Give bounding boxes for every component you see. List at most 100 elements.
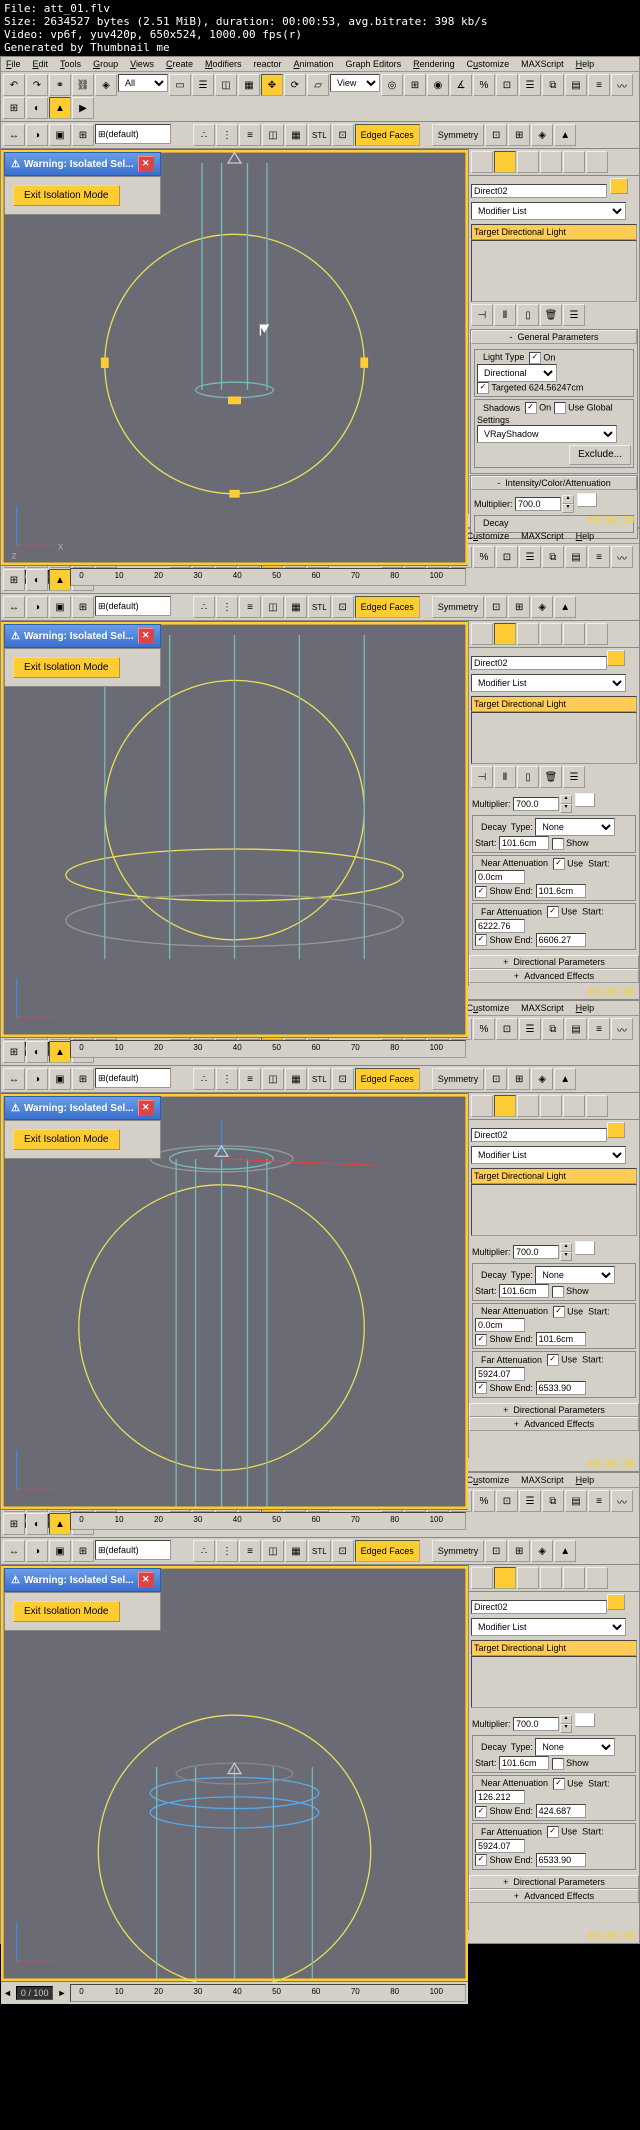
layout-icon[interactable]: ⊞ — [72, 124, 94, 146]
shadow-on-checkbox[interactable]: ✓ — [525, 402, 537, 414]
targeted-checkbox[interactable]: ✓ — [477, 382, 489, 394]
mirror-icon[interactable]: ⧉ — [542, 74, 564, 96]
named-sel-icon[interactable]: ☰ — [519, 74, 541, 96]
modifier-stack-item[interactable]: Target Directional Light — [471, 224, 637, 240]
scale-icon[interactable]: ▱ — [307, 74, 329, 96]
command-panel: Modifier List Target Directional Light ⊣… — [468, 149, 639, 514]
motion-tab-icon[interactable] — [540, 151, 562, 173]
rotate-icon[interactable]: ⟳ — [284, 74, 306, 96]
menu-grapheditors[interactable]: Graph Editors — [343, 58, 405, 70]
move-icon[interactable]: ✥ — [261, 74, 283, 96]
menu-reactor[interactable]: reactor — [250, 58, 284, 70]
menu-tools[interactable]: Tools — [57, 58, 84, 70]
subobj-1-icon[interactable]: ∴ — [193, 124, 215, 146]
rollout-intensity[interactable]: - Intensity/Color/Attenuation — [471, 476, 637, 490]
stl-icon[interactable]: STL — [308, 124, 331, 146]
display-tab-icon[interactable] — [563, 151, 585, 173]
selection-filter[interactable]: All — [118, 74, 168, 92]
edged-faces-button[interactable]: Edged Faces — [355, 124, 420, 146]
global-settings-checkbox[interactable] — [554, 402, 566, 414]
schematic-icon[interactable]: ⊞ — [3, 97, 25, 119]
show-result-icon[interactable]: Ⅱ — [494, 304, 516, 326]
viewport[interactable]: ⚠Warning: Isolated Sel...✕ Exit Isolatio… — [1, 621, 468, 1038]
manipulate-icon[interactable]: ⊞ — [404, 74, 426, 96]
bind-icon[interactable]: ◈ — [95, 74, 117, 96]
layout-selector[interactable]: ⊞ (default) — [95, 124, 171, 144]
window-crossing-icon[interactable]: ▦ — [238, 74, 260, 96]
menu-create[interactable]: Create — [163, 58, 196, 70]
ref-coord[interactable]: View — [330, 74, 380, 92]
misc-3-icon[interactable]: ◈ — [531, 124, 553, 146]
subobj-5-icon[interactable]: ▦ — [285, 124, 307, 146]
frame-4: FileEditToolsGroupViewsCreateModifiersre… — [0, 1472, 640, 1944]
modify-tab-icon[interactable] — [494, 151, 516, 173]
spinner-up-icon[interactable]: ▴ — [562, 495, 574, 504]
material-icon[interactable]: ◐ — [26, 97, 48, 119]
subobj-3-icon[interactable]: ≡ — [239, 124, 261, 146]
subobj-2-icon[interactable]: ⋮ — [216, 124, 238, 146]
wireframe-icon[interactable]: ⊡ — [332, 124, 354, 146]
spinner-snap-icon[interactable]: ⊡ — [496, 74, 518, 96]
misc-1-icon[interactable]: ⊡ — [485, 124, 507, 146]
close-icon[interactable]: ✕ — [138, 156, 154, 172]
svg-text:z: z — [11, 551, 16, 562]
color-swatch-mult[interactable] — [577, 493, 597, 507]
warning-titlebar: ⚠ Warning: Isolated Sel... ✕ — [4, 152, 161, 176]
toolbar-2: ↔ ◑ ▣ ⊞ ⊞ (default) ∴ ⋮ ≡ ◫ ▦ STL ⊡ Edge… — [1, 122, 639, 149]
curve-editor-icon[interactable]: 〰 — [611, 74, 633, 96]
menu-customize[interactable]: Customize — [464, 58, 513, 70]
menu-views[interactable]: Views — [127, 58, 157, 70]
misc-2-icon[interactable]: ⊞ — [508, 124, 530, 146]
menu-edit[interactable]: Edit — [30, 58, 52, 70]
utilities-tab-icon[interactable] — [586, 151, 608, 173]
light-type-select[interactable]: Directional — [477, 364, 557, 382]
light-on-checkbox[interactable]: ✓ — [529, 352, 541, 364]
symmetry-button[interactable]: Symmetry — [432, 124, 485, 146]
multiplier-field[interactable] — [515, 497, 561, 511]
redo-icon[interactable]: ↷ — [26, 74, 48, 96]
exit-isolation-button[interactable]: Exit Isolation Mode — [13, 185, 120, 206]
make-unique-icon[interactable]: ▯ — [517, 304, 539, 326]
snap-toggle-icon[interactable]: ◉ — [427, 74, 449, 96]
menu-group[interactable]: Group — [90, 58, 121, 70]
undo-icon[interactable]: ↶ — [3, 74, 25, 96]
select-icon[interactable]: ▭ — [169, 74, 191, 96]
boolean-icon[interactable]: ◑ — [26, 124, 48, 146]
select-region-icon[interactable]: ◫ — [215, 74, 237, 96]
viewport[interactable]: ⚠ Warning: Isolated Sel... ✕ Exit Isolat… — [1, 149, 468, 566]
pivot-icon[interactable]: ◎ — [381, 74, 403, 96]
attach-icon[interactable]: ▣ — [49, 124, 71, 146]
render-scene-icon[interactable]: ▲ — [49, 97, 71, 119]
layers-icon[interactable]: ≡ — [588, 74, 610, 96]
percent-snap-icon[interactable]: % — [473, 74, 495, 96]
exclude-button[interactable]: Exclude... — [569, 445, 631, 465]
color-swatch[interactable] — [610, 178, 628, 194]
remove-mod-icon[interactable]: 🗑 — [540, 304, 562, 326]
subobj-4-icon[interactable]: ◫ — [262, 124, 284, 146]
select-name-icon[interactable]: ☰ — [192, 74, 214, 96]
rollout-general-params[interactable]: - General Parameters — [471, 330, 637, 344]
menu-file[interactable]: File — [3, 58, 24, 70]
align-icon[interactable]: ▤ — [565, 74, 587, 96]
menu-rendering[interactable]: Rendering — [410, 58, 458, 70]
shadow-type-select[interactable]: VRayShadow — [477, 425, 617, 443]
object-name-field[interactable] — [471, 184, 607, 198]
configure-icon[interactable]: ☰ — [563, 304, 585, 326]
menu-help[interactable]: Help — [573, 58, 598, 70]
hierarchy-tab-icon[interactable] — [517, 151, 539, 173]
link-icon[interactable]: ⚭ — [49, 74, 71, 96]
spinner-down-icon[interactable]: ▾ — [562, 504, 574, 513]
time-ruler[interactable]: 01020304050607080100 — [70, 568, 466, 586]
menu-animation[interactable]: Animation — [291, 58, 337, 70]
angle-snap-icon[interactable]: ∡ — [450, 74, 472, 96]
pin-stack-icon[interactable]: ⊣ — [471, 304, 493, 326]
menu-maxscript[interactable]: MAXScript — [518, 58, 567, 70]
frame-1: File Edit Tools Group Views Create Modif… — [0, 56, 640, 528]
create-tab-icon[interactable] — [471, 151, 493, 173]
render-icon[interactable]: ▶ — [72, 97, 94, 119]
misc-4-icon[interactable]: ▲ — [554, 124, 576, 146]
axis-x-icon[interactable]: ↔ — [3, 124, 25, 146]
menu-modifiers[interactable]: Modifiers — [202, 58, 245, 70]
unlink-icon[interactable]: ⛓ — [72, 74, 94, 96]
modifier-list[interactable]: Modifier List — [471, 202, 626, 220]
